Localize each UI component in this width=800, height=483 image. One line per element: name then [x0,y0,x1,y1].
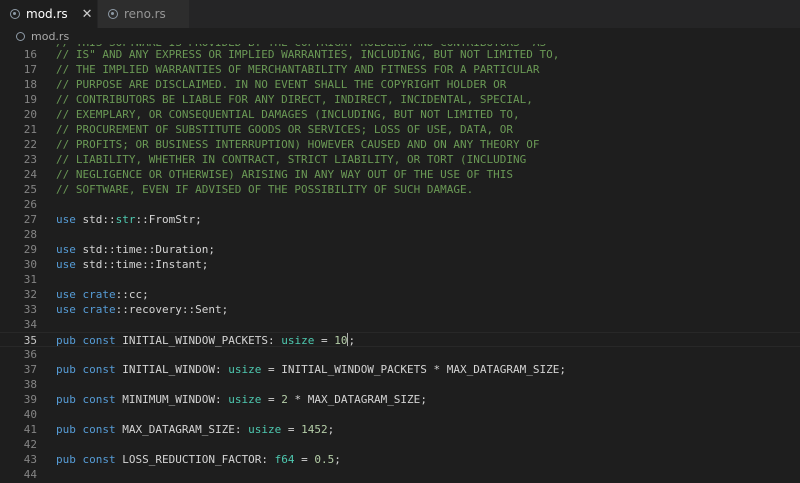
line-number: 23 [23,153,37,166]
code-text: // PROCUREMENT OF SUBSTITUTE GOODS OR SE… [56,123,513,136]
code-line[interactable]: 23 // LIABILITY, WHETHER IN CONTRACT, STR… [0,152,800,167]
line-number: 43 [23,453,37,466]
rust-file-icon [10,9,20,19]
code-line[interactable]: 29 use std::time::Duration; [0,242,800,257]
code-text: // CONTRIBUTORS BE LIABLE FOR ANY DIRECT… [56,93,533,106]
code-text: pub const MAX_DATAGRAM_SIZE: usize = 145… [56,423,335,436]
line-number: 39 [23,393,37,406]
line-number: 22 [23,138,37,151]
line-number: 17 [23,63,37,76]
code-line[interactable]: 20 // EXEMPLARY, OR CONSEQUENTIAL DAMAGES… [0,107,800,122]
line-number: 24 [23,168,37,181]
code-line[interactable]: 28 [0,227,800,242]
line-number: 34 [23,318,37,331]
code-text: // SOFTWARE, EVEN IF ADVISED OF THE POSS… [56,183,474,196]
line-number: 31 [23,273,37,286]
line-number: 16 [23,48,37,61]
code-text: use std::time::Instant; [56,258,209,271]
code-line[interactable]: 17 // THE IMPLIED WARRANTIES OF MERCHANTA… [0,62,800,77]
line-number: 21 [23,123,37,136]
code-text: use crate::recovery::Sent; [56,303,229,316]
line-number: 36 [23,348,37,361]
line-number: 44 [23,468,37,481]
code-text: use std::str::FromStr; [56,213,202,226]
code-text: use std::time::Duration; [56,243,215,256]
code-line[interactable]: 24 // NEGLIGENCE OR OTHERWISE) ARISING IN… [0,167,800,182]
breadcrumb-file[interactable]: mod.rs [31,30,69,43]
code-line[interactable]: 27 use std::str::FromStr; [0,212,800,227]
code-text: pub const MINIMUM_WINDOW: usize = 2 * MA… [56,393,427,406]
code-line[interactable]: 19 // CONTRIBUTORS BE LIABLE FOR ANY DIRE… [0,92,800,107]
rust-file-icon [16,31,25,41]
line-number: 42 [23,438,37,451]
code-text: // NEGLIGENCE OR OTHERWISE) ARISING IN A… [56,168,513,181]
code-line[interactable]: 43 pub const LOSS_REDUCTION_FACTOR: f64 =… [0,452,800,467]
code-line[interactable]: 30 use std::time::Instant; [0,257,800,272]
code-line[interactable]: 37 pub const INITIAL_WINDOW: usize = INIT… [0,362,800,377]
code-text: // THE IMPLIED WARRANTIES OF MERCHANTABI… [56,63,540,76]
tab-label: mod.rs [26,7,68,21]
code-line[interactable]: 36 [0,347,800,362]
line-number: 28 [23,228,37,241]
code-text: use crate::cc; [56,288,149,301]
code-line[interactable]: 21 // PROCUREMENT OF SUBSTITUTE GOODS OR … [0,122,800,137]
line-number: 37 [23,363,37,376]
line-number: 32 [23,288,37,301]
code-text: pub const INITIAL_WINDOW_PACKETS: usize … [56,333,356,347]
code-text: // IS" AND ANY EXPRESS OR IMPLIED WARRAN… [56,48,560,61]
code-text: // PURPOSE ARE DISCLAIMED. IN NO EVENT S… [56,78,507,91]
line-number: 41 [23,423,37,436]
code-text: pub const INITIAL_WINDOW: usize = INITIA… [56,363,567,376]
line-number: 27 [23,213,37,226]
breadcrumb[interactable]: mod.rs [0,28,800,44]
code-line[interactable]: 26 [0,197,800,212]
code-line[interactable]: 31 [0,272,800,287]
line-number: 20 [23,108,37,121]
code-line[interactable]: 16 // IS" AND ANY EXPRESS OR IMPLIED WARR… [0,47,800,62]
line-number: 25 [23,183,37,196]
code-line[interactable]: 42 [0,437,800,452]
code-line[interactable]: 22 // PROFITS; OR BUSINESS INTERRUPTION) … [0,137,800,152]
line-number: 18 [23,78,37,91]
tab-label: reno.rs [124,7,166,21]
code-line[interactable]: 41 pub const MAX_DATAGRAM_SIZE: usize = 1… [0,422,800,437]
close-icon[interactable]: ✕ [82,7,93,22]
code-line[interactable]: 25 // SOFTWARE, EVEN IF ADVISED OF THE PO… [0,182,800,197]
code-text: // LIABILITY, WHETHER IN CONTRACT, STRIC… [56,153,527,166]
code-line[interactable]: 35 pub const INITIAL_WINDOW_PACKETS: usiz… [0,332,800,347]
rust-file-icon [108,9,118,19]
code-line[interactable]: 18 // PURPOSE ARE DISCLAIMED. IN NO EVENT… [0,77,800,92]
line-number: 40 [23,408,37,421]
tab-mod-rs[interactable]: mod.rs ✕ [0,0,98,28]
code-line[interactable]: 44 [0,467,800,482]
code-text: // EXEMPLARY, OR CONSEQUENTIAL DAMAGES (… [56,108,520,121]
code-line[interactable]: 34 [0,317,800,332]
code-text: // PROFITS; OR BUSINESS INTERRUPTION) HO… [56,138,540,151]
code-editor[interactable]: // THIS SOFTWARE IS PROVIDED BY THE COPY… [0,44,800,483]
line-number: 29 [23,243,37,256]
code-line[interactable]: 39 pub const MINIMUM_WINDOW: usize = 2 * … [0,392,800,407]
line-number: 19 [23,93,37,106]
line-number: 33 [23,303,37,316]
code-line[interactable]: 33 use crate::recovery::Sent; [0,302,800,317]
line-number: 30 [23,258,37,271]
tab-bar: mod.rs ✕ reno.rs [0,0,800,28]
line-number: 26 [23,198,37,211]
line-number: 35 [23,334,37,347]
code-line[interactable]: 38 [0,377,800,392]
tab-reno-rs[interactable]: reno.rs [98,0,190,28]
code-line[interactable]: 40 [0,407,800,422]
code-text: pub const LOSS_REDUCTION_FACTOR: f64 = 0… [56,453,341,466]
code-line[interactable]: 32 use crate::cc; [0,287,800,302]
line-number: 38 [23,378,37,391]
